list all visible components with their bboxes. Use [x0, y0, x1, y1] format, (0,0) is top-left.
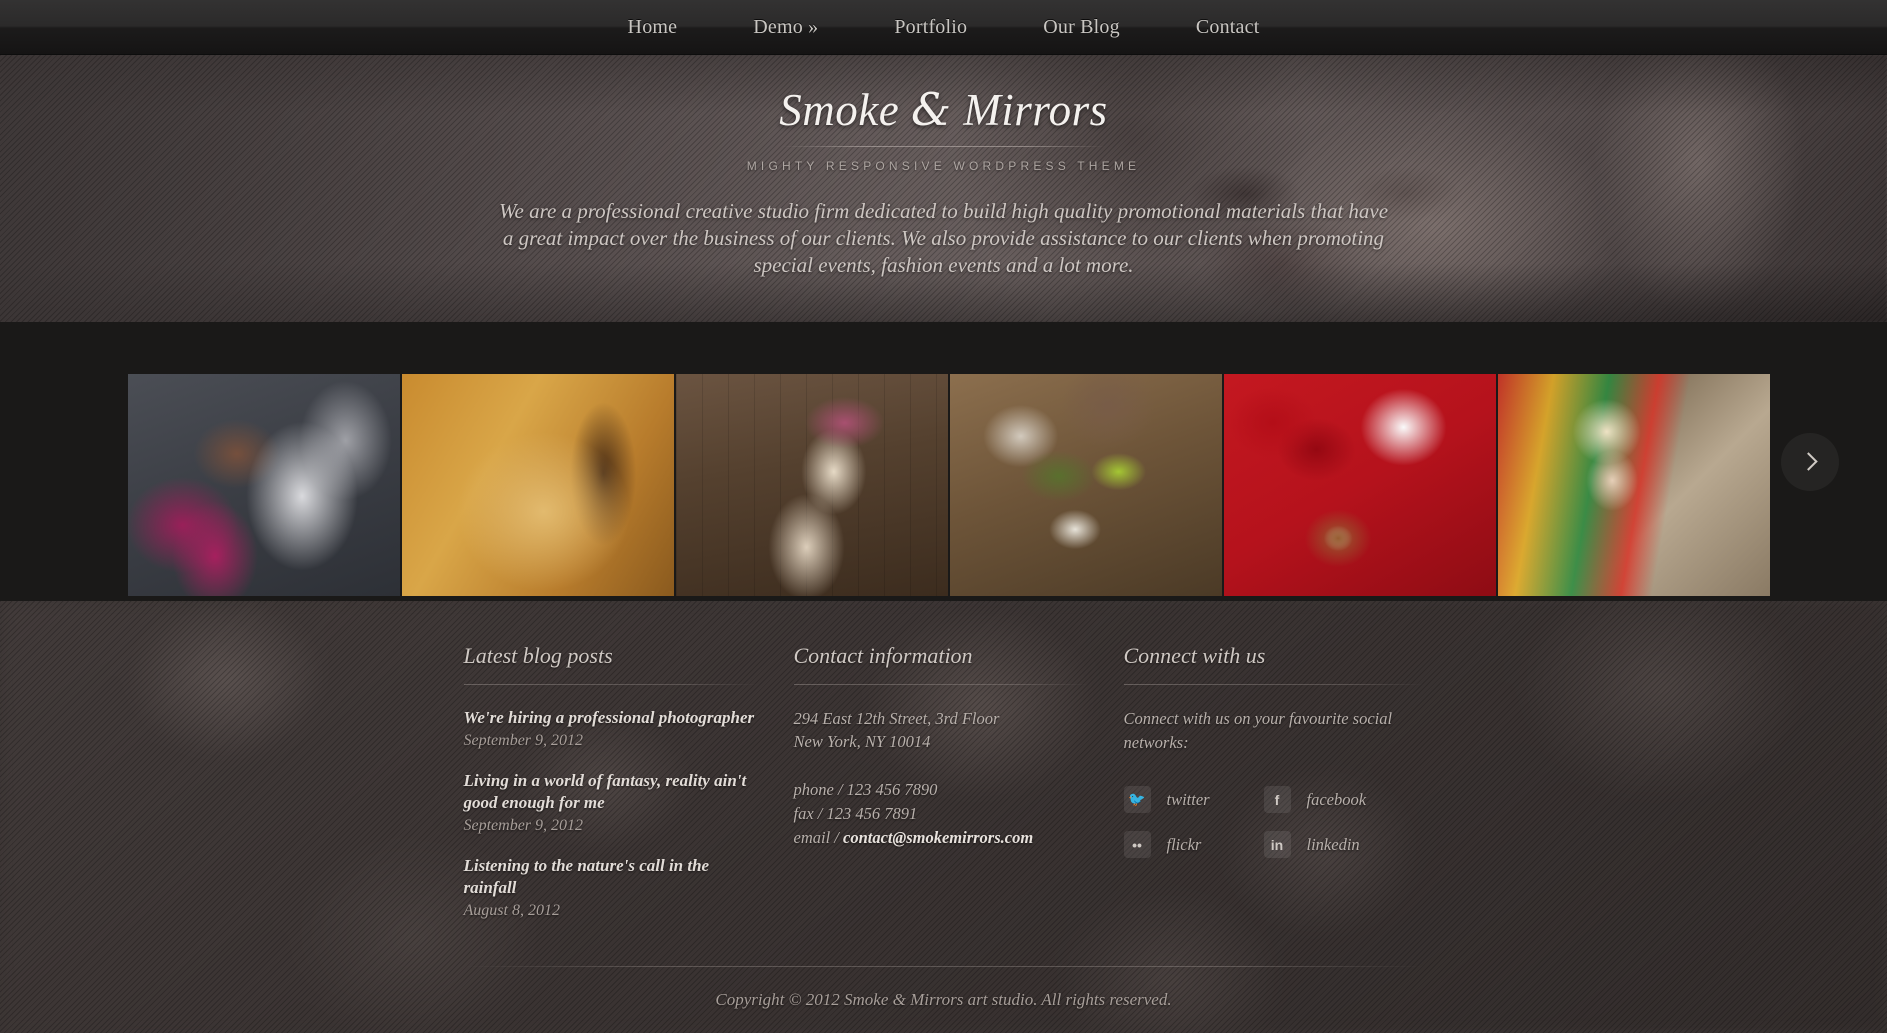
- footer-heading-blog: Latest blog posts: [463, 643, 613, 668]
- social-link-facebook[interactable]: f facebook: [1263, 777, 1404, 822]
- social-link-linkedin[interactable]: in linkedin: [1263, 822, 1404, 867]
- site-title-part2: Mirrors: [951, 85, 1108, 135]
- blog-post-date: August 8, 2012: [463, 902, 560, 919]
- copyright-text: Copyright © 2012 Smoke & Mirrors art stu…: [715, 990, 1172, 1009]
- blog-post-date: September 9, 2012: [463, 732, 584, 749]
- blog-post-title[interactable]: Listening to the nature's call in the ra…: [464, 855, 759, 899]
- social-link-flickr[interactable]: •• flickr: [1123, 822, 1264, 867]
- site-title: Smoke & Mirrors: [0, 87, 1887, 133]
- title-divider: [781, 146, 1106, 147]
- connect-intro-text: Connect with us on your favourite social…: [1123, 709, 1393, 752]
- footer-heading-divider: [463, 684, 759, 685]
- nav-item-home[interactable]: Home: [590, 16, 716, 39]
- hero-section: Smoke & Mirrors MIGHTY RESPONSIVE WORDPR…: [0, 55, 1887, 322]
- footer-columns: Latest blog posts We're hiring a profess…: [463, 601, 1424, 940]
- gallery-image-roses-coffee: [1224, 374, 1496, 596]
- gallery-thumbnail[interactable]: [402, 374, 674, 596]
- footer-heading-connect: Connect with us: [1123, 643, 1266, 668]
- gallery-track: [128, 374, 1770, 596]
- contact-address-line-2: New York, NY 10014: [793, 732, 931, 751]
- site-title-part1: Smoke: [779, 85, 911, 135]
- blog-post-item: Listening to the nature's call in the ra…: [464, 855, 759, 922]
- gallery-image-pink-hat-woman: [676, 374, 948, 596]
- gallery-next-button[interactable]: [1781, 432, 1839, 491]
- contact-details: phone / 123 456 7890 fax / 123 456 7891 …: [794, 778, 1089, 850]
- gallery-image-smoke-woman: [128, 374, 400, 596]
- gallery-image-halter-woman: [1498, 374, 1770, 596]
- site-tagline: MIGHTY RESPONSIVE WORDPRESS THEME: [746, 159, 1141, 173]
- footer-heading-contact: Contact information: [793, 643, 973, 668]
- ampersand-glyph: &: [911, 83, 952, 136]
- social-label-facebook: facebook: [1306, 789, 1367, 809]
- social-label-flickr: flickr: [1166, 834, 1202, 854]
- contact-email-link[interactable]: contact@smokemirrors.com: [843, 828, 1033, 847]
- hero-description: We are a professional creative studio fi…: [498, 199, 1389, 277]
- gallery-carousel: [0, 322, 1887, 601]
- top-navigation-bar: Home Demo » Portfolio Our Blog Contact: [0, 0, 1887, 55]
- blog-post-item: We're hiring a professional photographer…: [464, 707, 759, 752]
- social-link-twitter[interactable]: 🐦 twitter: [1123, 777, 1264, 822]
- gallery-thumbnail[interactable]: [1498, 374, 1770, 596]
- nav-item-our-blog[interactable]: Our Blog: [1005, 16, 1158, 39]
- hero-content: Smoke & Mirrors MIGHTY RESPONSIVE WORDPR…: [0, 55, 1887, 279]
- blog-post-title[interactable]: Living in a world of fantasy, reality ai…: [464, 770, 759, 814]
- gallery-thumbnail[interactable]: [676, 374, 948, 596]
- linkedin-icon: in: [1263, 831, 1291, 858]
- contact-email-row: email / contact@smokemirrors.com: [794, 826, 1089, 850]
- contact-address-line-1: 294 East 12th Street, 3rd Floor: [793, 709, 1000, 728]
- footer-column-connect: Connect with us Connect with us on your …: [1123, 643, 1424, 940]
- nav-item-contact[interactable]: Contact: [1158, 16, 1298, 39]
- nav-list: Home Demo » Portfolio Our Blog Contact: [590, 16, 1298, 39]
- twitter-icon: 🐦: [1123, 786, 1151, 813]
- footer-column-blog: Latest blog posts We're hiring a profess…: [463, 643, 794, 940]
- gallery-image-sundial: [402, 374, 674, 596]
- footer-bottom-divider: [463, 966, 1424, 967]
- gallery-thumbnail[interactable]: [1224, 374, 1496, 596]
- flickr-icon: ••: [1123, 831, 1151, 858]
- nav-item-demo[interactable]: Demo »: [715, 16, 856, 39]
- contact-phone: phone / 123 456 7890: [793, 780, 938, 799]
- blog-post-date: September 9, 2012: [463, 817, 584, 834]
- footer-section: Latest blog posts We're hiring a profess…: [0, 601, 1887, 1033]
- contact-fax: fax / 123 456 7891: [793, 804, 918, 823]
- social-label-linkedin: linkedin: [1306, 834, 1360, 854]
- facebook-icon: f: [1263, 786, 1291, 813]
- blog-post-item: Living in a world of fantasy, reality ai…: [464, 770, 759, 837]
- gallery-thumbnail[interactable]: [950, 374, 1222, 596]
- contact-email-label: email /: [793, 828, 843, 847]
- footer-column-contact: Contact information 294 East 12th Street…: [793, 643, 1124, 940]
- gallery-thumbnail[interactable]: [128, 374, 400, 596]
- blog-post-title[interactable]: We're hiring a professional photographer: [464, 707, 759, 729]
- chevron-right-icon: [1798, 452, 1818, 471]
- footer-heading-divider: [793, 684, 1089, 685]
- footer-heading-divider: [1123, 684, 1424, 685]
- social-links-list: 🐦 twitter f facebook •• flickr in linked…: [1123, 777, 1414, 867]
- nav-item-portfolio[interactable]: Portfolio: [856, 16, 1005, 39]
- gallery-image-spa: [950, 374, 1222, 596]
- social-label-twitter: twitter: [1166, 789, 1210, 809]
